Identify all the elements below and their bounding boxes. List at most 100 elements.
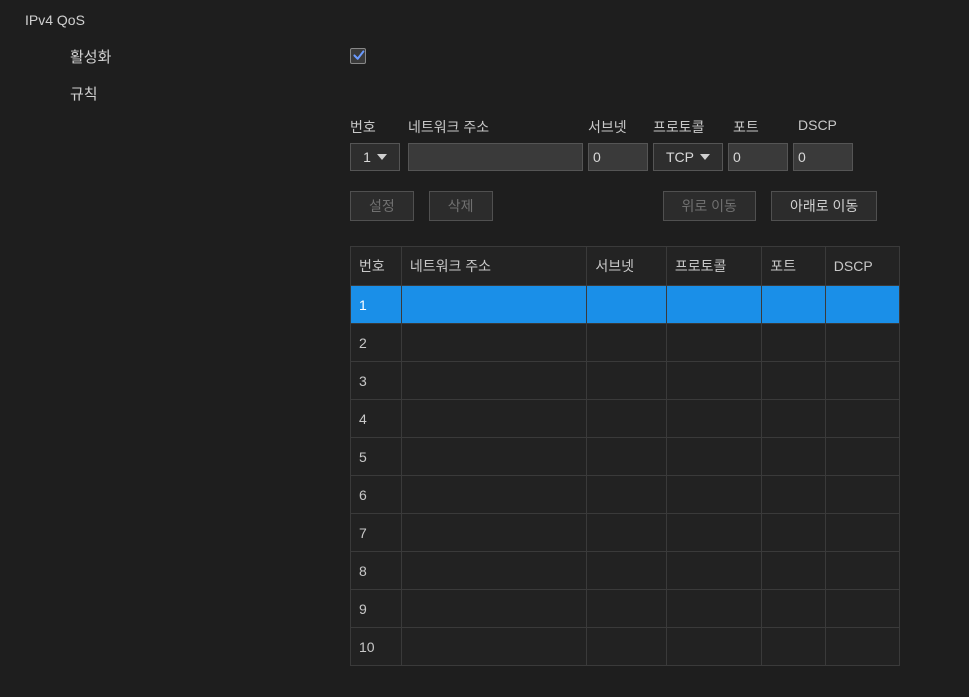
cell-dscp	[825, 438, 899, 476]
cell-dscp	[825, 362, 899, 400]
cell-network	[401, 438, 586, 476]
cell-subnet	[587, 590, 666, 628]
cell-subnet	[587, 438, 666, 476]
cell-protocol	[666, 362, 761, 400]
no-select-value: 1	[363, 149, 371, 165]
table-row[interactable]: 7	[351, 514, 900, 552]
cell-no: 9	[351, 590, 402, 628]
cell-port	[762, 476, 826, 514]
cell-no: 5	[351, 438, 402, 476]
cell-network	[401, 286, 586, 324]
cell-network	[401, 362, 586, 400]
cell-subnet	[587, 552, 666, 590]
rule-label: 규칙	[70, 83, 350, 104]
chevron-down-icon	[700, 154, 710, 160]
th-port: 포트	[762, 247, 826, 286]
th-protocol: 프로토콜	[666, 247, 761, 286]
th-network: 네트워크 주소	[401, 247, 586, 286]
cell-network	[401, 628, 586, 666]
subnet-input[interactable]	[588, 143, 648, 171]
page-title: IPv4 QoS	[0, 0, 969, 38]
cell-network	[401, 400, 586, 438]
set-button[interactable]: 설정	[350, 191, 414, 221]
cell-protocol	[666, 324, 761, 362]
dscp-input[interactable]	[793, 143, 853, 171]
no-select[interactable]: 1	[350, 143, 400, 171]
cell-dscp	[825, 552, 899, 590]
cell-port	[762, 400, 826, 438]
cell-dscp	[825, 324, 899, 362]
table-header-row: 번호 네트워크 주소 서브넷 프로토콜 포트 DSCP	[351, 247, 900, 286]
protocol-select[interactable]: TCP	[653, 143, 723, 171]
cell-port	[762, 628, 826, 666]
protocol-select-value: TCP	[666, 149, 694, 165]
cell-no: 8	[351, 552, 402, 590]
move-up-button[interactable]: 위로 이동	[663, 191, 756, 221]
cell-protocol	[666, 286, 761, 324]
table-row[interactable]: 9	[351, 590, 900, 628]
table-row[interactable]: 6	[351, 476, 900, 514]
cell-protocol	[666, 590, 761, 628]
table-row[interactable]: 1	[351, 286, 900, 324]
col-header-port: 포트	[733, 117, 798, 137]
cell-port	[762, 590, 826, 628]
port-input[interactable]	[728, 143, 788, 171]
enable-checkbox[interactable]	[350, 48, 366, 64]
th-no: 번호	[351, 247, 402, 286]
cell-subnet	[587, 362, 666, 400]
table-row[interactable]: 8	[351, 552, 900, 590]
check-icon	[352, 49, 365, 62]
cell-network	[401, 324, 586, 362]
cell-dscp	[825, 476, 899, 514]
cell-port	[762, 514, 826, 552]
cell-protocol	[666, 438, 761, 476]
cell-network	[401, 476, 586, 514]
col-header-subnet: 서브넷	[588, 117, 653, 137]
cell-no: 1	[351, 286, 402, 324]
cell-no: 4	[351, 400, 402, 438]
th-dscp: DSCP	[825, 247, 899, 286]
button-spacer	[508, 191, 648, 221]
cell-subnet	[587, 476, 666, 514]
cell-port	[762, 324, 826, 362]
cell-dscp	[825, 286, 899, 324]
th-subnet: 서브넷	[587, 247, 666, 286]
cell-protocol	[666, 400, 761, 438]
cell-network	[401, 552, 586, 590]
cell-port	[762, 286, 826, 324]
cell-dscp	[825, 400, 899, 438]
cell-port	[762, 552, 826, 590]
cell-port	[762, 362, 826, 400]
cell-network	[401, 590, 586, 628]
col-header-network: 네트워크 주소	[408, 117, 588, 137]
cell-no: 2	[351, 324, 402, 362]
col-header-dscp: DSCP	[798, 117, 863, 137]
network-address-input[interactable]	[408, 143, 583, 171]
cell-subnet	[587, 628, 666, 666]
col-header-protocol: 프로토콜	[653, 117, 733, 137]
cell-dscp	[825, 514, 899, 552]
cell-network	[401, 514, 586, 552]
table-row[interactable]: 10	[351, 628, 900, 666]
cell-subnet	[587, 324, 666, 362]
cell-protocol	[666, 628, 761, 666]
move-down-button[interactable]: 아래로 이동	[771, 191, 877, 221]
cell-protocol	[666, 552, 761, 590]
cell-dscp	[825, 590, 899, 628]
cell-subnet	[587, 514, 666, 552]
table-row[interactable]: 3	[351, 362, 900, 400]
cell-dscp	[825, 628, 899, 666]
table-row[interactable]: 5	[351, 438, 900, 476]
cell-protocol	[666, 476, 761, 514]
delete-button[interactable]: 삭제	[429, 191, 493, 221]
col-header-no: 번호	[350, 117, 408, 137]
cell-no: 7	[351, 514, 402, 552]
cell-no: 10	[351, 628, 402, 666]
cell-subnet	[587, 400, 666, 438]
enable-label: 활성화	[70, 46, 350, 67]
rules-table: 번호 네트워크 주소 서브넷 프로토콜 포트 DSCP 12345678910	[350, 246, 900, 666]
table-row[interactable]: 4	[351, 400, 900, 438]
cell-protocol	[666, 514, 761, 552]
cell-port	[762, 438, 826, 476]
table-row[interactable]: 2	[351, 324, 900, 362]
